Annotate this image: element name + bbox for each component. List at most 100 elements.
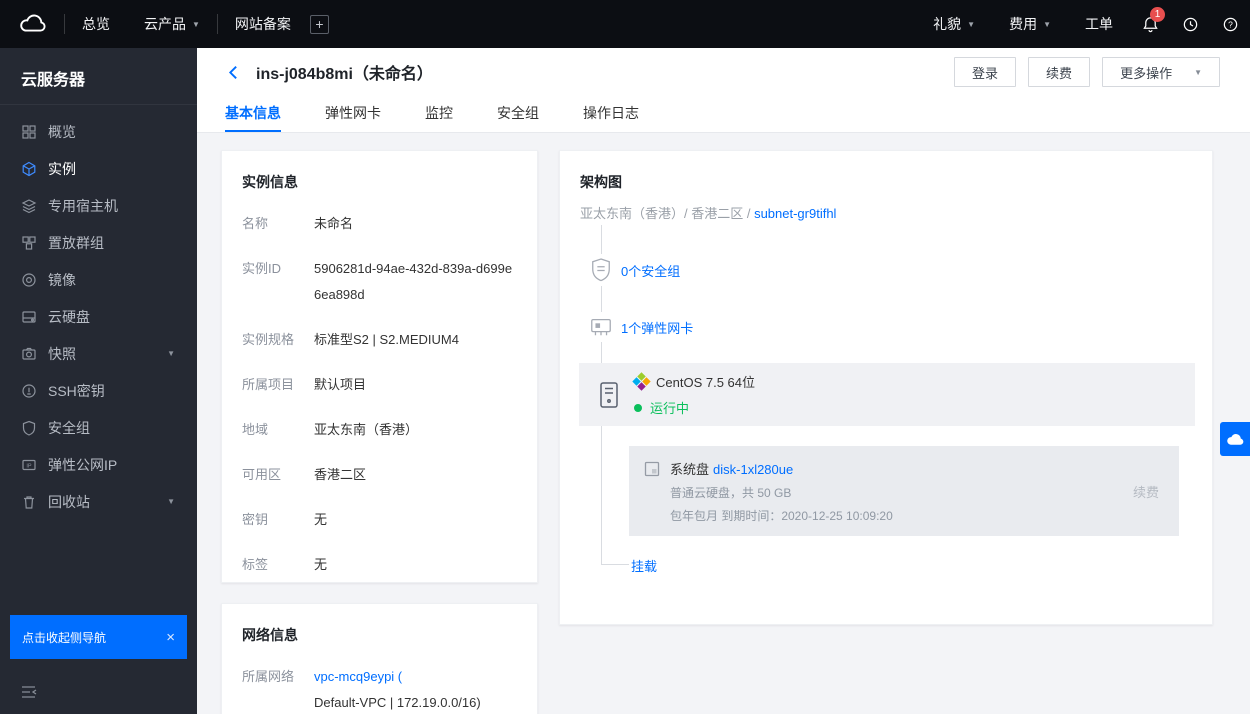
info-value: 无 (314, 512, 328, 527)
sidebar-item-label: 专用宿主机 (48, 197, 118, 214)
nav-gift[interactable]: 礼貌 ▼ (916, 0, 992, 48)
sidebar-item-images[interactable]: 镜像 (0, 261, 197, 298)
nav-overview-label: 总览 (82, 16, 110, 32)
eni-node: 1个弹性网卡 (588, 312, 693, 342)
sidebar-item-label: 概览 (48, 123, 76, 140)
overview-grid-icon (21, 124, 37, 140)
close-icon[interactable]: × (166, 629, 175, 646)
tab-bar: 基本信息 弹性网卡 监控 安全组 操作日志 (197, 96, 1250, 132)
network-path-prefix: 亚太东南（香港）/ 香港二区 / (580, 206, 755, 221)
chevron-down-icon: ▼ (1194, 67, 1202, 77)
sidebar-item-label: 回收站 (48, 493, 90, 510)
sidebar-item-label: SSH密钥 (48, 382, 105, 399)
page-title: ins-j084b8mi（未命名） (256, 66, 433, 83)
svg-text:IP: IP (26, 463, 32, 469)
nav-ticket[interactable]: 工单 (1068, 0, 1130, 48)
sidebar-item-security-groups[interactable]: 安全组 (0, 409, 197, 446)
nav-gift-label: 礼貌 (933, 16, 962, 32)
tab-basic-info[interactable]: 基本信息 (225, 96, 281, 132)
info-label: 所属项目 (242, 377, 295, 392)
info-value: 亚太东南（香港） (314, 422, 419, 437)
nav-beian-label: 网站备案 (234, 16, 291, 32)
card-title: 架构图 (580, 174, 622, 190)
sidebar-item-label: 实例 (48, 160, 76, 177)
renew-button[interactable]: 续费 (1028, 57, 1091, 87)
collapse-nav-banner[interactable]: 点击收起侧导航 × (10, 615, 187, 659)
history-clock-icon[interactable] (1170, 0, 1210, 48)
sidebar-item-ssh-keys[interactable]: SSH密钥 (0, 372, 197, 409)
instance-os-row[interactable]: CentOS 7.5 64位 运行中 (579, 363, 1195, 426)
nic-icon (588, 312, 614, 342)
feedback-float-button[interactable] (1220, 422, 1250, 456)
info-label: 所属网络 (242, 669, 295, 684)
host-layers-icon (21, 198, 37, 214)
server-icon (596, 380, 622, 410)
trash-icon (21, 494, 37, 510)
nav-beian[interactable]: 网站备案 (218, 0, 308, 48)
nav-products[interactable]: 云产品 ▼ (127, 0, 217, 48)
info-label: 密钥 (242, 512, 269, 527)
tab-operation-logs[interactable]: 操作日志 (583, 96, 639, 132)
tab-eni[interactable]: 弹性网卡 (325, 96, 381, 132)
sidebar-item-snapshots[interactable]: 快照 ▼ (0, 335, 197, 372)
nav-overview[interactable]: 总览 (65, 0, 127, 48)
sidebar-item-placement-groups[interactable]: 置放群组 (0, 224, 197, 261)
main-content: ins-j084b8mi（未命名） 登录 续费 更多操作 ▼ 基本信息 弹性网卡 … (197, 48, 1250, 714)
tab-security-groups[interactable]: 安全组 (497, 96, 539, 132)
subnet-link[interactable]: subnet-gr9tifhl (754, 206, 836, 221)
login-button[interactable]: 登录 (954, 57, 1017, 87)
sidebar-item-label: 镜像 (48, 271, 76, 288)
nav-billing[interactable]: 费用 ▼ (992, 0, 1068, 48)
info-row-project: 所属项目 默认项目 (242, 375, 517, 398)
os-name: CentOS 7.5 64位 (632, 372, 755, 391)
sidebar-item-eip[interactable]: IP 弹性公网IP (0, 446, 197, 483)
card-title: 网络信息 (242, 627, 298, 643)
mount-link[interactable]: 挂载 (631, 556, 657, 575)
page-header: ins-j084b8mi（未命名） 登录 续费 更多操作 ▼ 基本信息 弹性网卡 … (197, 48, 1250, 133)
chevron-down-icon: ▼ (967, 19, 976, 29)
security-group-node: 0个安全组 (588, 254, 680, 286)
sidebar-item-label: 弹性公网IP (48, 456, 118, 473)
sidebar-item-overview[interactable]: 概览 (0, 113, 197, 150)
more-actions-label: 更多操作 (1120, 65, 1173, 81)
network-info-card: 网络信息 所属网络 vpc-mcq9eypi ( Default-VPC | 1… (221, 603, 538, 714)
add-shortcut-icon[interactable]: + (309, 14, 329, 34)
status-badge: 运行中 (634, 398, 755, 417)
info-value: 香港二区 (314, 467, 367, 482)
more-actions-button[interactable]: 更多操作 ▼ (1102, 57, 1220, 87)
sidebar-item-instances[interactable]: 实例 (0, 150, 197, 187)
notification-bell-icon[interactable]: 1 (1130, 0, 1170, 48)
disk-renew-link[interactable]: 续费 (1133, 482, 1159, 501)
sidebar-item-recycle-bin[interactable]: 回收站 ▼ (0, 483, 197, 520)
nav-billing-label: 费用 (1009, 16, 1038, 32)
sidebar-item-dedicated-hosts[interactable]: 专用宿主机 (0, 187, 197, 224)
tab-monitoring[interactable]: 监控 (425, 96, 453, 132)
info-row-instance-id: 实例ID 5906281d-94ae-432d-839a-d699e6ea898… (242, 259, 517, 308)
architecture-card: 架构图 亚太东南（香港）/ 香港二区 / subnet-gr9tifhl 0个安… (559, 150, 1213, 625)
info-value: 标准型S2 | S2.MEDIUM4 (314, 332, 459, 347)
sidebar-item-label: 快照 (48, 345, 76, 362)
topbar: 总览 云产品 ▼ 网站备案 + 礼貌 ▼ 费用 ▼ 工单 1 ? (0, 0, 1250, 48)
eni-link[interactable]: 1个弹性网卡 (621, 318, 693, 337)
disk-billing: 包年包月 到期时间：2020-12-25 10:09:20 (670, 509, 893, 523)
back-arrow-icon[interactable] (225, 63, 243, 81)
info-value: 未命名 (314, 216, 354, 231)
info-row-name: 名称 未命名 (242, 214, 517, 237)
info-row-tags: 标签 无 (242, 555, 517, 578)
sidebar-item-label: 安全组 (48, 419, 90, 436)
vpc-link[interactable]: vpc-mcq9eypi ( (314, 669, 402, 684)
collapse-nav-banner-label: 点击收起侧导航 (22, 630, 107, 645)
info-label: 地域 (242, 422, 269, 437)
system-disk-card[interactable]: 系统盘 disk-1xl280ue 普通云硬盘，共 50 GB 包年包月 到期时间… (629, 446, 1179, 536)
nav-ticket-label: 工单 (1085, 16, 1113, 32)
info-label: 实例ID (242, 261, 282, 276)
status-dot-icon (634, 403, 642, 412)
disk-link[interactable]: disk-1xl280ue (713, 462, 793, 477)
help-icon[interactable]: ? (1210, 0, 1250, 48)
collapse-sidebar-icon[interactable] (20, 684, 38, 700)
chevron-down-icon: ▼ (167, 497, 175, 506)
sidebar-item-cloud-disks[interactable]: 云硬盘 (0, 298, 197, 335)
tencent-cloud-logo-icon[interactable] (16, 12, 50, 36)
security-group-link[interactable]: 0个安全组 (621, 261, 680, 280)
sidebar-title: 云服务器 (0, 48, 197, 105)
